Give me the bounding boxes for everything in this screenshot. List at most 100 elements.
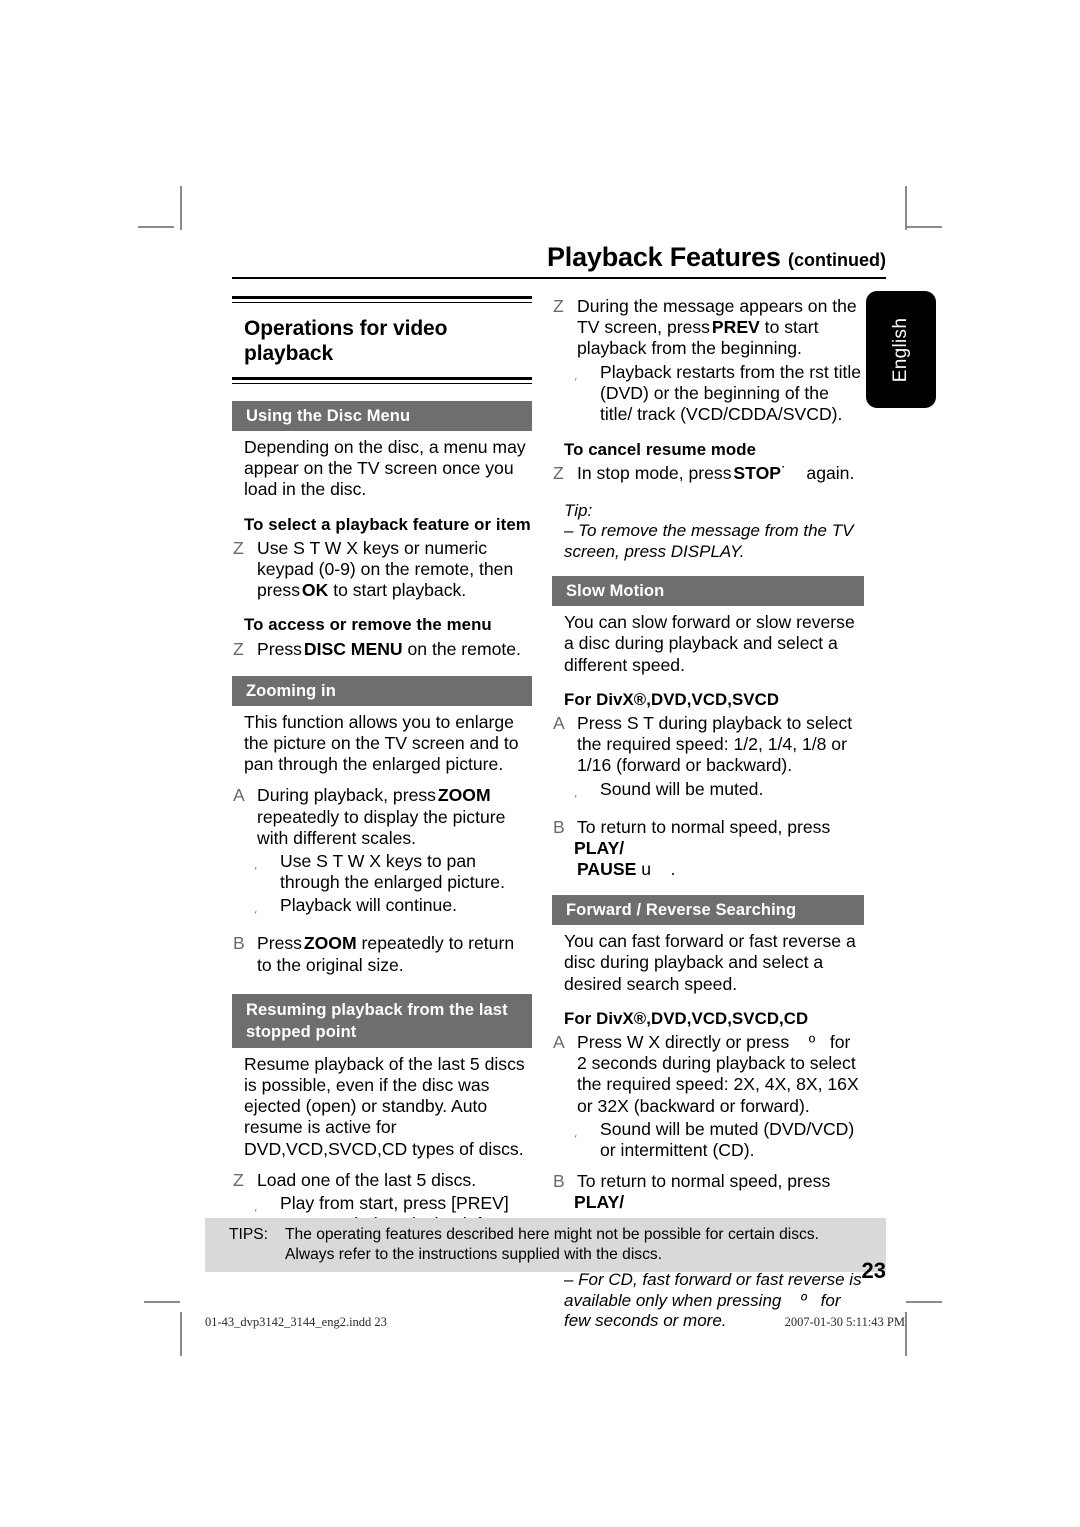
step-marker: Z	[233, 1169, 244, 1190]
step-text-part-b: repeatedly to display the picture with d…	[257, 806, 506, 848]
step-text: Press DISC MENU on the remote.	[257, 639, 532, 660]
left-column: Operations for video playback Using the …	[232, 296, 532, 1257]
bullet-text: Sound will be muted.	[600, 778, 764, 799]
bullet-marker-icon: ⸲	[574, 369, 577, 382]
tip-text: – To remove the message from the TV scre…	[564, 521, 854, 561]
step-keyword-play: PLAY/	[574, 1192, 625, 1213]
section-bar-using-the-disc-menu: Using the Disc Menu	[232, 401, 532, 431]
step-slow-motion-a: A Press S T during playback to select th…	[552, 713, 864, 777]
step-marker: A	[553, 712, 565, 733]
step-text-part-b: again.	[801, 463, 855, 484]
document-page: Playback Features (continued) English Op…	[0, 0, 1080, 1527]
bullet-marker-icon: ⸲	[574, 786, 577, 799]
step-marker: Z	[553, 463, 564, 484]
subheading-search-formats: For DivX®,DVD,VCD,SVCD,CD	[564, 1008, 809, 1028]
section-zooming-in: Zooming in This function allows you to e…	[232, 675, 532, 976]
step-search-a: A Press W X directly or press º for 2 se…	[552, 1032, 864, 1117]
step-text: To return to normal speed, press PLAY/PA…	[574, 816, 864, 881]
step-text-part-a: Press	[257, 933, 307, 954]
step-zoom-b: B Press ZOOM repeatedly to return to the…	[232, 933, 532, 975]
section-heading-text: Operations for video playback	[244, 317, 448, 365]
section-heading-operations: Operations for video playback	[232, 296, 532, 384]
step-text-part-a: In stop mode, press	[577, 463, 737, 484]
bullet-zoom-continue: ⸲ Playback will continue.	[254, 895, 532, 923]
page-number: 23	[861, 1258, 886, 1283]
tip-label: Tip:	[564, 500, 593, 520]
step-text-part-b: to start playback.	[328, 580, 467, 601]
step-marker: A	[233, 785, 245, 806]
section-slow-motion: Slow Motion You can slow forward or slow…	[552, 576, 864, 880]
step-text: Load one of the last 5 discs.	[257, 1169, 477, 1190]
print-footer-timestamp: 2007-01-30 5:11:43 PM	[784, 1315, 905, 1329]
section-bar-zooming-in: Zooming in	[232, 675, 532, 706]
step-load-disc: Z Load one of the last 5 discs.	[232, 1170, 532, 1191]
step-marker: B	[233, 933, 245, 954]
section-bar-forward-reverse-searching: Forward / Reverse Searching	[552, 895, 864, 926]
paragraph-resume-intro: Resume playback of the last 5 discs is p…	[244, 1053, 525, 1159]
bullet-sound-muted-intermittent: ⸲ Sound will be muted (DVD/VCD) or inter…	[574, 1119, 864, 1161]
page-title-text: Playback Features	[546, 242, 781, 272]
section-bar-resuming-playback: Resuming playback from the last stopped …	[232, 993, 532, 1048]
bullet-text: Use S T W X keys to pan through the enla…	[280, 851, 505, 893]
step-keyword-pause: PAUSE	[577, 858, 637, 879]
subheading-access-remove-menu: To access or remove the menu	[244, 615, 492, 635]
step-keyword-zoom: ZOOM	[303, 933, 357, 954]
step-text-part-b: on the remote.	[402, 638, 521, 659]
step-text-part-a: During playback, press	[257, 785, 441, 806]
heading-rule-top	[232, 296, 532, 303]
crop-mark-top-right-horizontal	[906, 226, 942, 228]
paragraph-zooming-intro: This function allows you to enlarge the …	[244, 711, 519, 775]
crop-mark-top-right-vertical	[905, 186, 907, 230]
subheading-slow-motion-formats: For DivX®,DVD,VCD,SVCD	[564, 689, 780, 709]
step-marker: Z	[233, 537, 244, 558]
bullet-text: Sound will be muted (DVD/VCD) or intermi…	[600, 1118, 855, 1160]
bullet-text: Playback will continue.	[280, 895, 458, 916]
crop-mark-top-left-horizontal	[138, 226, 174, 228]
paragraph-slow-motion-intro: You can slow forward or slow reverse a d…	[564, 612, 855, 675]
step-text: During the message appears on the TV scr…	[577, 296, 864, 360]
step-text-part-a: Press	[257, 638, 307, 659]
step-marker: A	[553, 1031, 565, 1052]
bullet-marker-icon: ⸲	[254, 859, 257, 872]
step-text: Press S T during playback to select the …	[577, 712, 853, 776]
tips-line-1: The operating features described here mi…	[285, 1226, 819, 1243]
page-title: Playback Features (continued)	[232, 243, 886, 271]
crop-mark-bottom-right-vertical	[905, 1312, 907, 1356]
bullet-zoom-pan: ⸲ Use S T W X keys to pan through the en…	[254, 851, 532, 893]
step-text: In stop mode, press STOP˙ again.	[577, 463, 864, 484]
bullet-text: Playback restarts from the rst title (DV…	[600, 361, 862, 425]
page-title-continued: (continued)	[788, 250, 886, 270]
step-text: Press W X directly or press º for 2 seco…	[577, 1032, 864, 1117]
step-text-part-b: .	[665, 858, 676, 879]
step-marker: Z	[553, 296, 564, 316]
section-bar-slow-motion: Slow Motion	[552, 576, 864, 607]
step-text-part-a: To return to normal speed, press	[577, 1171, 831, 1192]
tip-remove-message: Tip: – To remove the message from the TV…	[564, 501, 864, 563]
pause-button-glyph-icon: u	[641, 858, 651, 879]
step-zoom-a: A During playback, press ZOOM repeatedly…	[232, 785, 532, 849]
subheading-cancel-resume-mode: To cancel resume mode	[564, 440, 757, 460]
bullet-marker-icon: ⸲	[254, 903, 257, 916]
step-text-part-a: To return to normal speed, press	[577, 816, 831, 837]
print-footer: 01-43_dvp3142_3144_eng2.indd 23 2007-01-…	[205, 1315, 905, 1330]
section-using-the-disc-menu: Using the Disc Menu Depending on the dis…	[232, 401, 532, 660]
step-text: During playback, press ZOOM repeatedly t…	[257, 785, 532, 849]
bullet-playback-restarts: ⸲ Playback restarts from the rst title (…	[574, 362, 864, 426]
step-text: Use S T W X keys or numeric keypad (0-9)…	[257, 538, 532, 602]
step-marker: Z	[233, 638, 244, 659]
paragraph-disc-menu-intro: Depending on the disc, a menu may appear…	[244, 437, 526, 500]
header-rule	[232, 277, 886, 280]
step-during-message: Z During the message appears on the TV s…	[552, 296, 864, 360]
section-forward-reverse-searching: Forward / Reverse Searching You can fast…	[552, 895, 864, 1235]
print-footer-filename: 01-43_dvp3142_3144_eng2.indd 23	[205, 1315, 387, 1329]
heading-rule-bottom	[232, 377, 532, 384]
step-keyword-disc-menu: DISC MENU	[303, 638, 403, 659]
step-text-part-a: Press W X directly or press	[577, 1031, 795, 1052]
crop-mark-top-left-vertical	[180, 186, 182, 230]
step-slow-motion-b: B To return to normal speed, press PLAY/…	[552, 817, 864, 881]
step-keyword-play: PLAY/	[574, 837, 625, 858]
subheading-select-playback-feature: To select a playback feature or item	[244, 514, 531, 534]
bullet-sound-muted: ⸲ Sound will be muted.	[574, 779, 864, 807]
crop-mark-bottom-left-vertical	[180, 1312, 182, 1356]
step-keyword-prev: PREV	[711, 317, 760, 338]
